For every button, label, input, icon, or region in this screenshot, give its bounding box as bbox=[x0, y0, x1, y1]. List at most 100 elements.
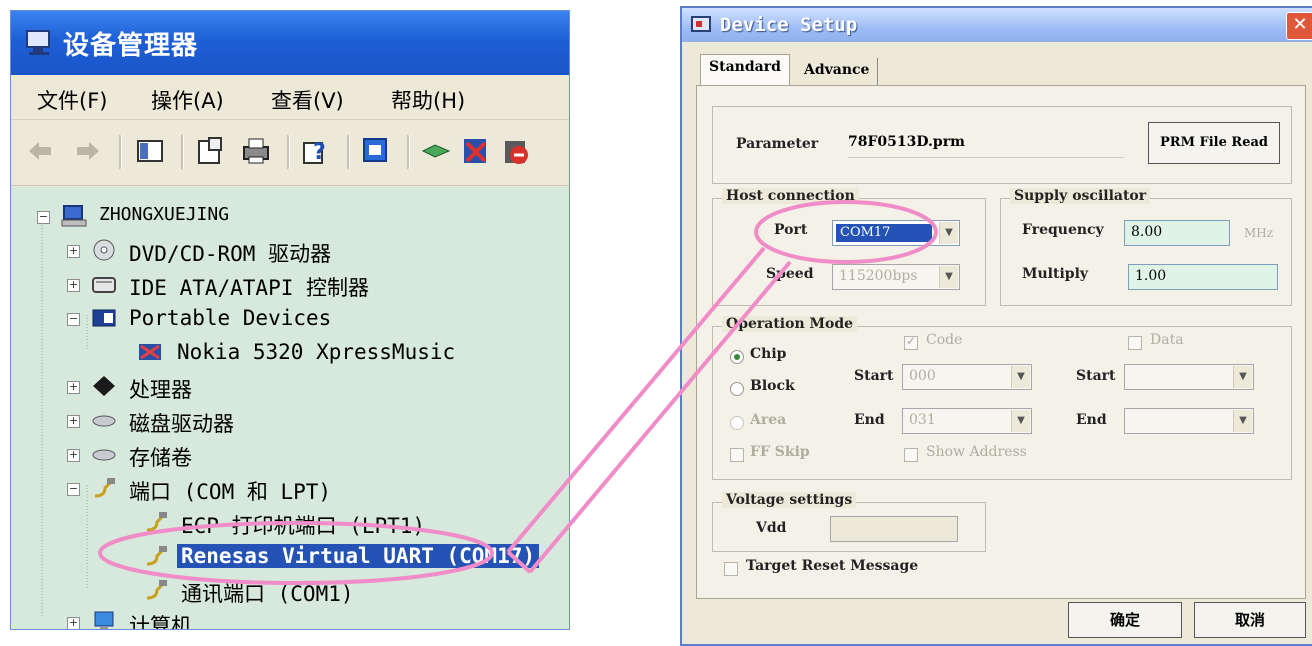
port-connector-icon bbox=[146, 546, 167, 566]
uninstall-icon[interactable] bbox=[461, 135, 491, 167]
end-value: 031 bbox=[909, 412, 936, 428]
cancel-button[interactable]: 取消 bbox=[1194, 602, 1306, 638]
tree-item-portable[interactable]: − Portable Devices bbox=[67, 303, 467, 335]
multiply-label: Multiply bbox=[1022, 266, 1089, 282]
multiply-input[interactable]: 1.00 bbox=[1128, 264, 1278, 290]
frequency-input[interactable]: 8.00 bbox=[1124, 220, 1230, 246]
tree-label: IDE ATA/ATAPI 控制器 bbox=[129, 276, 370, 300]
start-value: 000 bbox=[909, 368, 936, 384]
device-manager-window: 设备管理器 文件(F) 操作(A) 查看(V) 帮助(H) ? − ZHONGX… bbox=[10, 10, 570, 630]
parameter-label: Parameter bbox=[736, 136, 819, 152]
tree-label: DVD/CD-ROM 驱动器 bbox=[129, 242, 332, 266]
help-icon[interactable]: ? bbox=[301, 135, 331, 167]
dialog-title-bar: Device Setup ✕ bbox=[682, 8, 1312, 42]
device-manager-icon bbox=[26, 30, 50, 55]
chevron-down-icon[interactable]: ▼ bbox=[939, 222, 958, 244]
tree-item-computer[interactable]: + 计算机 bbox=[67, 607, 467, 629]
tree-item-renesas[interactable]: Renesas Virtual UART (COM17) bbox=[119, 541, 540, 573]
menu-bar: 文件(F) 操作(A) 查看(V) 帮助(H) bbox=[11, 77, 569, 120]
update-driver-icon[interactable] bbox=[421, 135, 451, 167]
toolbar-separator bbox=[287, 135, 290, 169]
show-address-checkbox[interactable] bbox=[904, 448, 918, 462]
expand-icon[interactable]: + bbox=[67, 279, 80, 292]
block-label: Block bbox=[750, 378, 795, 394]
end-select[interactable]: 031 ▼ bbox=[902, 408, 1032, 434]
collapse-icon[interactable]: − bbox=[67, 483, 80, 496]
portable-device-icon bbox=[92, 309, 116, 327]
port-select[interactable]: COM17 ▼ bbox=[832, 220, 960, 246]
tree-label: ECP 打印机端口 (LPT1) bbox=[181, 514, 426, 538]
collapse-icon[interactable]: − bbox=[67, 313, 80, 326]
data-label: Data bbox=[1150, 332, 1184, 348]
expand-icon[interactable]: + bbox=[67, 415, 80, 428]
close-button[interactable]: ✕ bbox=[1286, 12, 1312, 40]
supply-oscillator-label: Supply oscillator bbox=[1010, 188, 1151, 204]
start-select[interactable]: 000 ▼ bbox=[902, 364, 1032, 390]
title-bar: 设备管理器 bbox=[11, 11, 569, 75]
menu-action[interactable]: 操作(A) bbox=[151, 85, 224, 115]
tree-item-nokia[interactable]: Nokia 5320 XpressMusic bbox=[131, 337, 531, 369]
back-arrow-icon[interactable] bbox=[25, 135, 55, 167]
data-checkbox[interactable] bbox=[1128, 336, 1142, 350]
code-label: Code bbox=[926, 332, 963, 348]
code-checkbox[interactable]: ✓ bbox=[904, 334, 918, 350]
prm-file-read-button[interactable]: PRM File Read bbox=[1148, 122, 1280, 164]
start2-select[interactable]: ▼ bbox=[1124, 364, 1254, 390]
expand-icon[interactable]: + bbox=[67, 449, 80, 462]
tree-item-com1[interactable]: 通讯端口 (COM1) bbox=[119, 575, 539, 607]
tree-label: 磁盘驱动器 bbox=[129, 412, 234, 436]
tree-label: 处理器 bbox=[129, 378, 192, 402]
ide-controller-icon bbox=[92, 277, 116, 293]
chevron-down-icon[interactable]: ▼ bbox=[1233, 410, 1252, 432]
svg-text:?: ? bbox=[313, 140, 326, 165]
scan-hardware-icon[interactable] bbox=[361, 135, 391, 167]
tab-standard[interactable]: Standard bbox=[700, 54, 790, 86]
chip-radio[interactable] bbox=[730, 350, 744, 364]
tree-item-disk[interactable]: + 磁盘驱动器 bbox=[67, 405, 467, 437]
expand-icon[interactable]: + bbox=[67, 245, 80, 258]
tree-item-processor[interactable]: + 处理器 bbox=[67, 371, 467, 403]
menu-file[interactable]: 文件(F) bbox=[37, 85, 107, 115]
cd-drive-icon bbox=[93, 239, 115, 261]
chevron-down-icon[interactable]: ▼ bbox=[1233, 366, 1252, 388]
expand-icon[interactable]: + bbox=[67, 381, 80, 394]
menu-help[interactable]: 帮助(H) bbox=[391, 85, 465, 115]
tree-item-dvd[interactable]: + DVD/CD-ROM 驱动器 bbox=[67, 235, 467, 267]
expand-icon[interactable]: + bbox=[67, 617, 80, 629]
app-icon bbox=[691, 16, 711, 32]
forward-arrow-icon[interactable] bbox=[73, 135, 103, 167]
ok-button[interactable]: 确定 bbox=[1068, 602, 1182, 638]
end2-select[interactable]: ▼ bbox=[1124, 408, 1254, 434]
port-connector-icon bbox=[94, 478, 115, 498]
toolbar-separator bbox=[347, 135, 350, 169]
console-tree-icon[interactable] bbox=[135, 135, 165, 167]
tree-item-ecp[interactable]: ECP 打印机端口 (LPT1) bbox=[119, 507, 539, 539]
tree-item-ide[interactable]: + IDE ATA/ATAPI 控制器 bbox=[67, 269, 467, 301]
speed-select[interactable]: 115200bps ▼ bbox=[832, 264, 960, 290]
chevron-down-icon[interactable]: ▼ bbox=[1011, 366, 1030, 388]
menu-view[interactable]: 查看(V) bbox=[271, 85, 344, 115]
disable-device-icon[interactable] bbox=[501, 135, 531, 167]
properties-icon[interactable] bbox=[195, 135, 225, 167]
port-label: Port bbox=[774, 222, 808, 238]
ff-skip-checkbox[interactable] bbox=[730, 448, 744, 462]
block-radio[interactable] bbox=[730, 382, 744, 396]
toolbar: ? bbox=[11, 121, 569, 186]
tree-label: 端口 (COM 和 LPT) bbox=[129, 480, 332, 504]
toolbar-separator bbox=[407, 135, 410, 169]
tab-advance[interactable]: Advance bbox=[796, 58, 879, 86]
tree-root[interactable]: − ZHONGXUEJING bbox=[25, 201, 325, 233]
chevron-down-icon[interactable]: ▼ bbox=[1011, 410, 1030, 432]
vdd-input[interactable] bbox=[830, 516, 958, 542]
speed-value: 115200bps bbox=[839, 268, 918, 284]
vdd-label: Vdd bbox=[756, 520, 787, 536]
target-reset-checkbox[interactable] bbox=[724, 562, 738, 576]
window-title: 设备管理器 bbox=[63, 31, 199, 61]
tree-item-volume[interactable]: + 存储卷 bbox=[67, 439, 467, 471]
area-radio[interactable] bbox=[730, 416, 744, 430]
chevron-down-icon[interactable]: ▼ bbox=[939, 266, 958, 288]
collapse-icon[interactable]: − bbox=[37, 211, 50, 224]
tree-item-ports[interactable]: − 端口 (COM 和 LPT) bbox=[67, 473, 467, 505]
printer-icon[interactable] bbox=[241, 135, 271, 167]
voltage-settings-label: Voltage settings bbox=[722, 492, 857, 508]
